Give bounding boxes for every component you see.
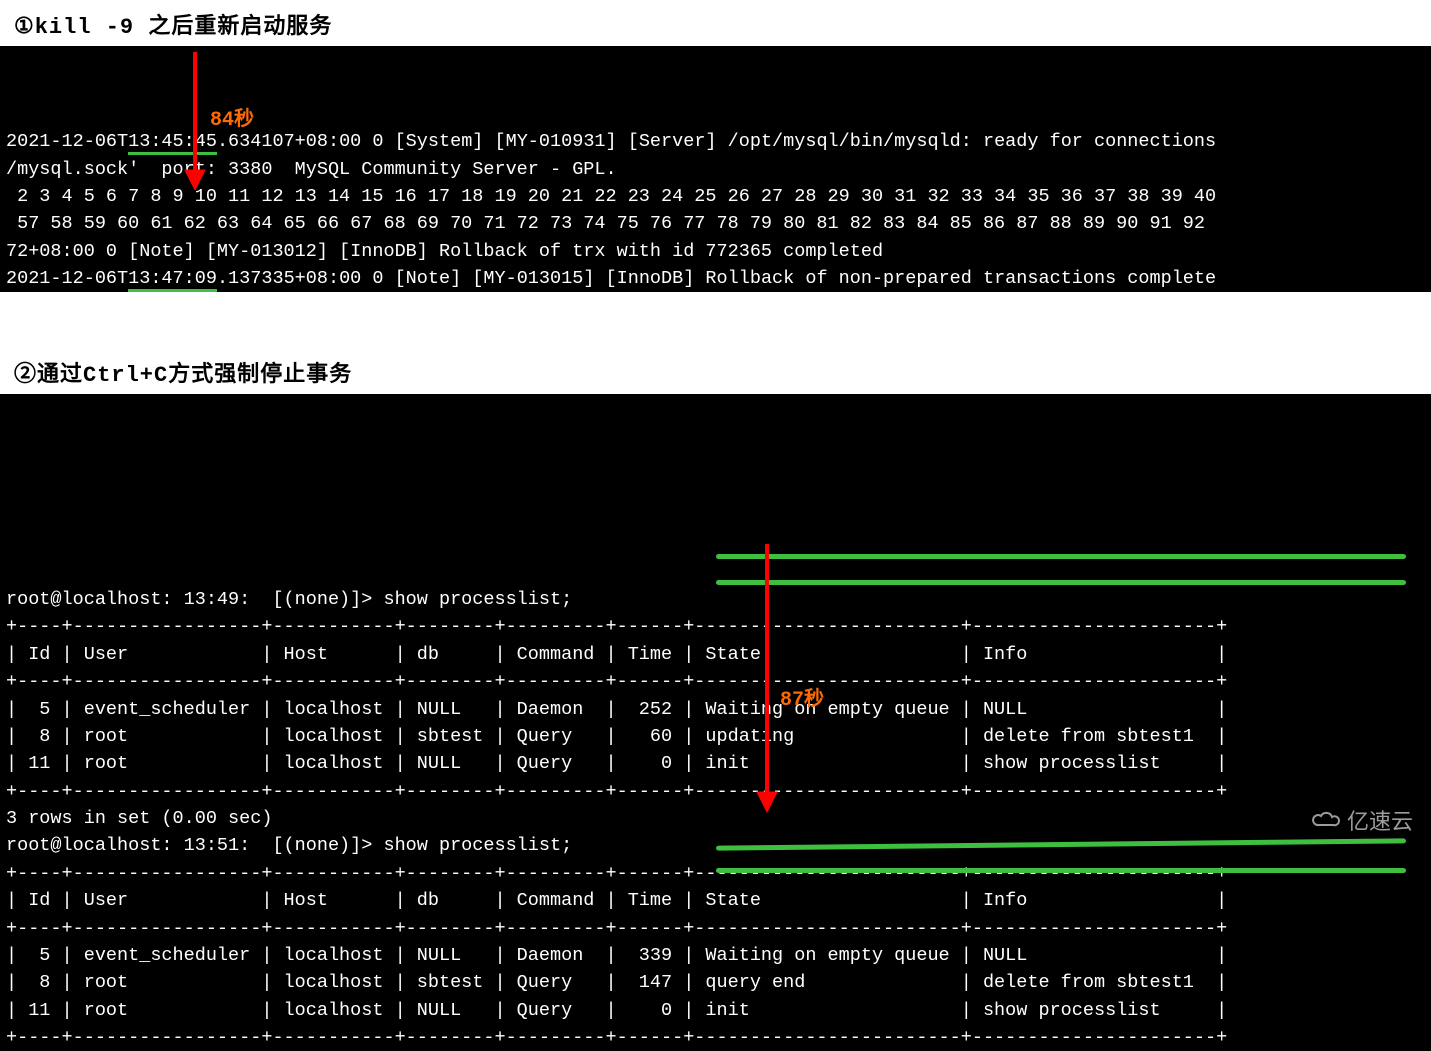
watermark-text: 亿速云: [1347, 804, 1413, 836]
section1-heading: ①kill -9 之后重新启动服务: [14, 8, 1431, 40]
table-divider: +----+-----------------+-----------+----…: [6, 668, 1425, 695]
terminal-block-2: 87秒 root@localhost: 13:49: [(none)]> sho…: [0, 394, 1431, 1051]
arrow-down-icon: [752, 544, 782, 814]
table-row: | 11 | root | localhost | NULL | Query |…: [6, 750, 1425, 777]
table-divider: +----+-----------------+-----------+----…: [6, 613, 1425, 640]
log-line: 72+08:00 0 [Note] [MY-013012] [InnoDB] R…: [6, 238, 1425, 265]
section2-heading: ②通过Ctrl+C方式强制停止事务: [14, 356, 1431, 388]
rows-footer: 3 rows in set (0.00 sec): [6, 805, 1425, 832]
table-divider: +----+-----------------+-----------+----…: [6, 778, 1425, 805]
table-row: | 11 | root | localhost | NULL | Query |…: [6, 997, 1425, 1024]
table-divider: +----+-----------------+-----------+----…: [6, 915, 1425, 942]
annotation-87s: 87秒: [780, 686, 824, 716]
mysql-prompt: root@localhost: 13:49: [(none)]> show pr…: [6, 586, 1425, 613]
highlight-stroke: [716, 554, 1406, 559]
watermark: 亿速云: [1311, 804, 1413, 836]
log-line: 57 58 59 60 61 62 63 64 65 66 67 68 69 7…: [6, 210, 1425, 237]
log-line: 2021-12-06T13:47:09.137335+08:00 0 [Note…: [6, 265, 1425, 292]
log-line: 2 3 4 5 6 7 8 9 10 11 12 13 14 15 16 17 …: [6, 183, 1425, 210]
table-row: | 5 | event_scheduler | localhost | NULL…: [6, 696, 1425, 723]
table-row: | 5 | event_scheduler | localhost | NULL…: [6, 942, 1425, 969]
table-divider: +----+-----------------+-----------+----…: [6, 1024, 1425, 1051]
table-header: | Id | User | Host | db | Command | Time…: [6, 887, 1425, 914]
highlight-stroke: [716, 580, 1406, 585]
arrow-down-icon: [180, 52, 210, 190]
table-row: | 8 | root | localhost | sbtest | Query …: [6, 723, 1425, 750]
annotation-84s: 84秒: [210, 106, 254, 136]
table-divider: +----+-----------------+-----------+----…: [6, 860, 1425, 887]
cloud-icon: [1311, 809, 1341, 831]
table-header: | Id | User | Host | db | Command | Time…: [6, 641, 1425, 668]
terminal-block-1: 84秒 2021-12-06T13:45:45.634107+08:00 0 […: [0, 46, 1431, 292]
table-row: | 8 | root | localhost | sbtest | Query …: [6, 969, 1425, 996]
log-line: /mysql.sock' port: 3380 MySQL Community …: [6, 156, 1425, 183]
highlight-stroke: [716, 868, 1406, 873]
